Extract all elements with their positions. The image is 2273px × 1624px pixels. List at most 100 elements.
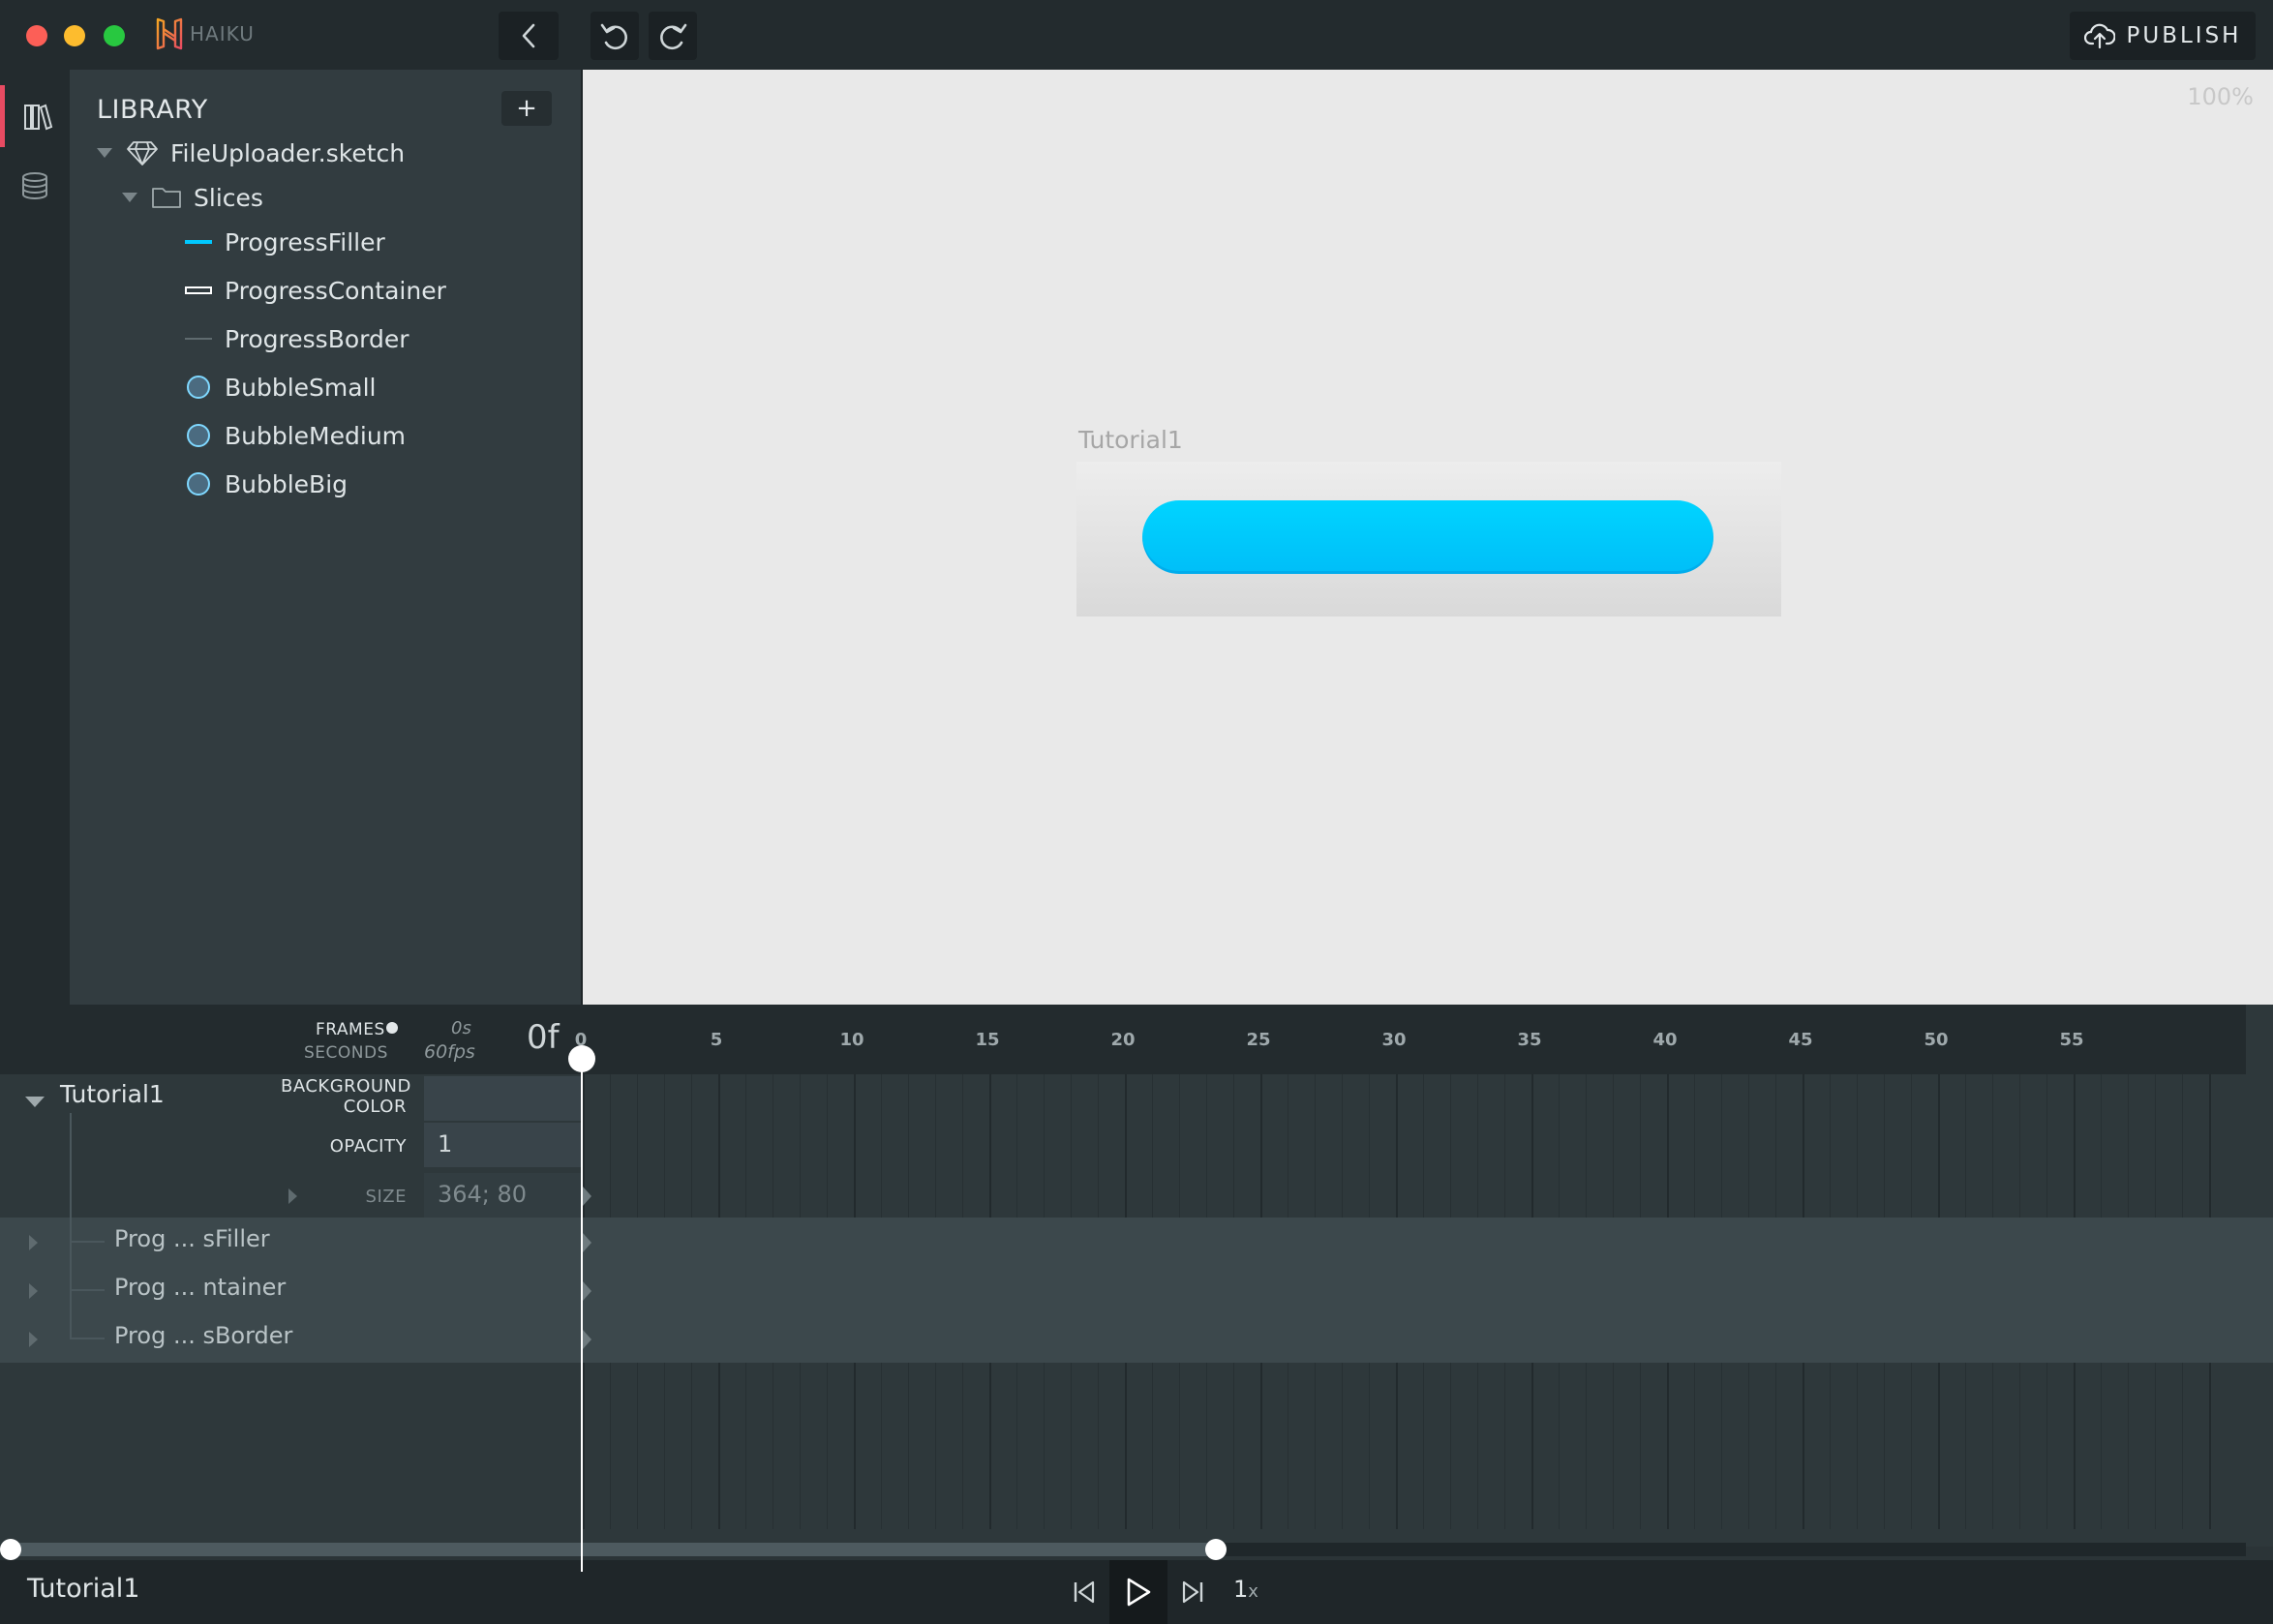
opacity-label: OPACITY bbox=[329, 1136, 407, 1157]
redo-icon bbox=[660, 23, 687, 50]
range-end-handle[interactable] bbox=[1205, 1539, 1227, 1560]
sublayer-name[interactable]: Prog ... sBorder bbox=[114, 1322, 292, 1349]
chevron-right-icon[interactable] bbox=[29, 1235, 38, 1250]
tick-label: 55 bbox=[2059, 1030, 2084, 1050]
database-icon bbox=[22, 172, 47, 199]
size-field[interactable]: 364; 80 bbox=[424, 1173, 581, 1218]
tree-connector bbox=[70, 1241, 105, 1243]
library-tab[interactable] bbox=[0, 85, 70, 147]
library-item-label: ProgressContainer bbox=[225, 276, 446, 305]
component-name[interactable]: Tutorial1 bbox=[60, 1080, 165, 1108]
add-library-item-button[interactable]: + bbox=[501, 91, 552, 126]
playback-speed-value: 1 bbox=[1233, 1576, 1249, 1603]
tick-label: 40 bbox=[1652, 1030, 1678, 1050]
zoom-level: 100% bbox=[2187, 83, 2254, 110]
seconds-toggle-label[interactable]: SECONDS bbox=[304, 1043, 388, 1063]
back-button[interactable] bbox=[499, 12, 559, 60]
chevron-right-icon[interactable] bbox=[29, 1332, 38, 1347]
tick-label: 15 bbox=[975, 1030, 1000, 1050]
haiku-logo-icon bbox=[156, 17, 183, 50]
keyframe-marker[interactable] bbox=[583, 1233, 591, 1252]
library-item[interactable]: ProgressContainer bbox=[184, 269, 446, 312]
keyframe-marker[interactable] bbox=[583, 1187, 591, 1206]
frames-toggle-dot[interactable] bbox=[386, 1022, 398, 1034]
stage-canvas[interactable]: 100% Tutorial1 bbox=[581, 70, 2273, 1005]
play-button[interactable] bbox=[1109, 1560, 1167, 1624]
minimize-window-button[interactable] bbox=[64, 25, 85, 46]
artboard-label: Tutorial1 bbox=[1078, 426, 1183, 454]
background-color-label: BACKGROUND COLOR bbox=[281, 1076, 411, 1117]
chevron-down-icon[interactable] bbox=[25, 1097, 45, 1107]
tick-label: 25 bbox=[1246, 1030, 1271, 1050]
left-rail bbox=[0, 70, 70, 1005]
line-gray-icon bbox=[184, 337, 213, 341]
tick-label: 35 bbox=[1517, 1030, 1542, 1050]
brand-name: HAIKU bbox=[190, 22, 255, 45]
artboard[interactable] bbox=[1076, 462, 1781, 617]
library-books-icon bbox=[23, 104, 52, 131]
tick-label: 10 bbox=[839, 1030, 864, 1050]
tree-guide bbox=[70, 1241, 72, 1289]
current-frame-readout: 0f bbox=[527, 1018, 560, 1057]
playback-speed[interactable]: 1x bbox=[1233, 1576, 1258, 1603]
library-item-label: BubbleSmall bbox=[225, 373, 377, 402]
opacity-field[interactable]: 1 bbox=[424, 1123, 581, 1167]
publish-button[interactable]: PUBLISH bbox=[2070, 12, 2256, 60]
circle-icon bbox=[184, 423, 213, 448]
chevron-down-icon[interactable] bbox=[122, 193, 137, 202]
brand: HAIKU bbox=[155, 17, 255, 50]
skip-to-start-button[interactable] bbox=[1065, 1560, 1104, 1624]
tree-guide bbox=[70, 1113, 72, 1218]
chevron-left-icon bbox=[522, 23, 535, 48]
fps-readout: 60fps bbox=[424, 1041, 475, 1063]
size-label: SIZE bbox=[365, 1187, 407, 1207]
skip-forward-icon bbox=[1182, 1580, 1203, 1604]
seconds-readout: 0s bbox=[451, 1018, 471, 1038]
keyframe-marker[interactable] bbox=[583, 1330, 591, 1349]
timeline-range-fill bbox=[8, 1543, 1216, 1556]
keyframe-marker[interactable] bbox=[583, 1281, 591, 1301]
tick-label: 5 bbox=[710, 1030, 723, 1050]
range-start-handle[interactable] bbox=[0, 1539, 21, 1560]
sublayer-name[interactable]: Prog ... ntainer bbox=[114, 1274, 286, 1301]
library-panel: LIBRARY + FileUploader.sketch Slices Pro… bbox=[70, 70, 581, 1005]
tick-label: 45 bbox=[1788, 1030, 1813, 1050]
timeline-header: FRAMES SECONDS 0s 60fps 0f 0 5 10 15 20 … bbox=[0, 1005, 2246, 1074]
chevron-right-icon[interactable] bbox=[29, 1283, 38, 1299]
frames-toggle-label[interactable]: FRAMES bbox=[316, 1020, 385, 1039]
line-cyan-icon bbox=[184, 239, 213, 245]
background-color-label-line1: BACKGROUND bbox=[281, 1076, 411, 1097]
sketch-file-row[interactable]: FileUploader.sketch bbox=[97, 132, 405, 174]
slices-folder-row[interactable]: Slices bbox=[122, 176, 263, 219]
library-item[interactable]: ProgressBorder bbox=[184, 317, 409, 360]
maximize-window-button[interactable] bbox=[104, 25, 125, 46]
library-item[interactable]: BubbleMedium bbox=[184, 414, 406, 457]
library-item[interactable]: ProgressFiller bbox=[184, 221, 385, 263]
circle-icon bbox=[184, 375, 213, 400]
chevron-down-icon[interactable] bbox=[97, 148, 112, 158]
tree-guide bbox=[70, 1218, 72, 1241]
tick-label: 50 bbox=[1924, 1030, 1949, 1050]
rect-outline-icon bbox=[184, 286, 213, 295]
library-item[interactable]: BubbleSmall bbox=[184, 366, 377, 408]
undo-button[interactable] bbox=[591, 12, 639, 60]
active-component-name: Tutorial1 bbox=[27, 1574, 140, 1604]
close-window-button[interactable] bbox=[26, 25, 47, 46]
library-item-label: BubbleMedium bbox=[225, 421, 407, 450]
library-item-label: BubbleBig bbox=[225, 469, 349, 498]
tree-guide bbox=[70, 1289, 72, 1338]
title-bar: HAIKU PUBLISH bbox=[0, 0, 2273, 70]
library-item-label: ProgressBorder bbox=[225, 324, 409, 353]
state-inspector-tab[interactable] bbox=[0, 155, 70, 217]
undo-icon bbox=[600, 23, 627, 50]
background-color-field[interactable] bbox=[424, 1076, 581, 1121]
progress-filler-element[interactable] bbox=[1142, 500, 1713, 574]
redo-button[interactable] bbox=[649, 12, 697, 60]
skip-to-end-button[interactable] bbox=[1173, 1560, 1212, 1624]
sublayer-name[interactable]: Prog ... sFiller bbox=[114, 1225, 270, 1252]
slices-folder-label: Slices bbox=[194, 183, 263, 212]
folder-icon bbox=[151, 185, 182, 210]
tree-connector bbox=[70, 1338, 105, 1339]
library-item[interactable]: BubbleBig bbox=[184, 463, 348, 505]
sketch-file-label: FileUploader.sketch bbox=[170, 138, 406, 167]
